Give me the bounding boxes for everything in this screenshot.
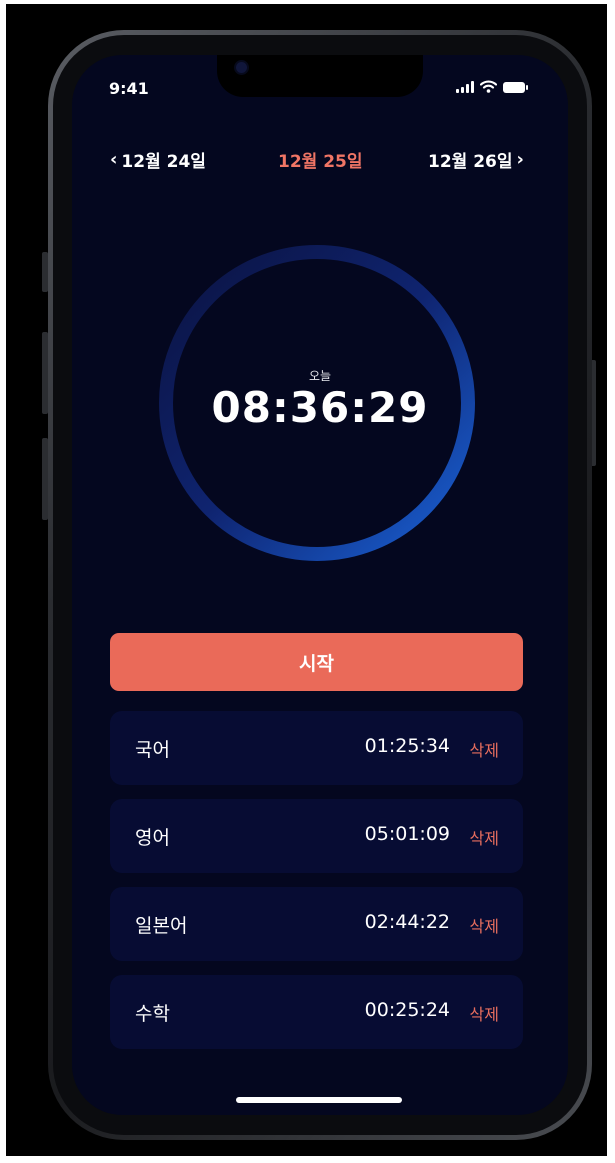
delete-button[interactable]: 삭제 xyxy=(470,913,499,937)
start-button[interactable]: 시작 xyxy=(110,633,523,691)
notch xyxy=(217,55,423,97)
battery-icon xyxy=(503,82,528,93)
subject-name: 국어 xyxy=(135,739,170,761)
prev-date-label: 12월 24일 xyxy=(121,152,206,172)
next-date-button[interactable]: 12월 26일 › xyxy=(428,147,524,172)
chevron-left-icon: ‹ xyxy=(110,148,118,170)
subject-time: 05:01:09 xyxy=(364,823,450,845)
subject-row[interactable]: 수학 00:25:24 삭제 xyxy=(110,975,523,1049)
subject-row[interactable]: 일본어 02:44:22 삭제 xyxy=(110,887,523,961)
subject-row[interactable]: 국어 01:25:34 삭제 xyxy=(110,711,523,785)
subject-name: 일본어 xyxy=(135,915,188,937)
chevron-right-icon: › xyxy=(516,148,524,170)
subject-time: 00:25:24 xyxy=(364,999,450,1021)
subject-list: 국어 01:25:34 삭제 영어 05:01:09 삭제 일본어 02:44:… xyxy=(110,711,523,1063)
subject-row[interactable]: 영어 05:01:09 삭제 xyxy=(110,799,523,873)
front-camera-icon xyxy=(236,62,247,73)
status-time: 9:41 xyxy=(109,79,149,98)
current-date-label: 12월 25일 xyxy=(278,152,363,172)
subject-time: 01:25:34 xyxy=(364,735,450,757)
wifi-icon xyxy=(480,80,497,93)
signal-icon xyxy=(456,81,474,93)
delete-button[interactable]: 삭제 xyxy=(470,737,499,761)
current-date: 12월 25일 xyxy=(278,147,363,172)
phone-frame: 9:41 ‹ 12월 24일 12월 25일 12월 26일 › 오늘 08:3… xyxy=(48,30,592,1140)
app-screen: 9:41 ‹ 12월 24일 12월 25일 12월 26일 › 오늘 08:3… xyxy=(72,55,568,1115)
delete-button[interactable]: 삭제 xyxy=(470,1001,499,1025)
subject-name: 수학 xyxy=(135,1003,170,1025)
subject-name: 영어 xyxy=(135,827,170,849)
date-navigation: ‹ 12월 24일 12월 25일 12월 26일 › xyxy=(72,147,568,172)
delete-button[interactable]: 삭제 xyxy=(470,825,499,849)
timer-display: 08:36:29 xyxy=(211,383,429,432)
timer-label: 오늘 xyxy=(308,369,332,383)
subject-time: 02:44:22 xyxy=(364,911,450,933)
prev-date-button[interactable]: ‹ 12월 24일 xyxy=(110,147,206,172)
next-date-label: 12월 26일 xyxy=(428,152,513,172)
home-indicator[interactable] xyxy=(236,1097,402,1103)
status-icons xyxy=(456,79,528,93)
